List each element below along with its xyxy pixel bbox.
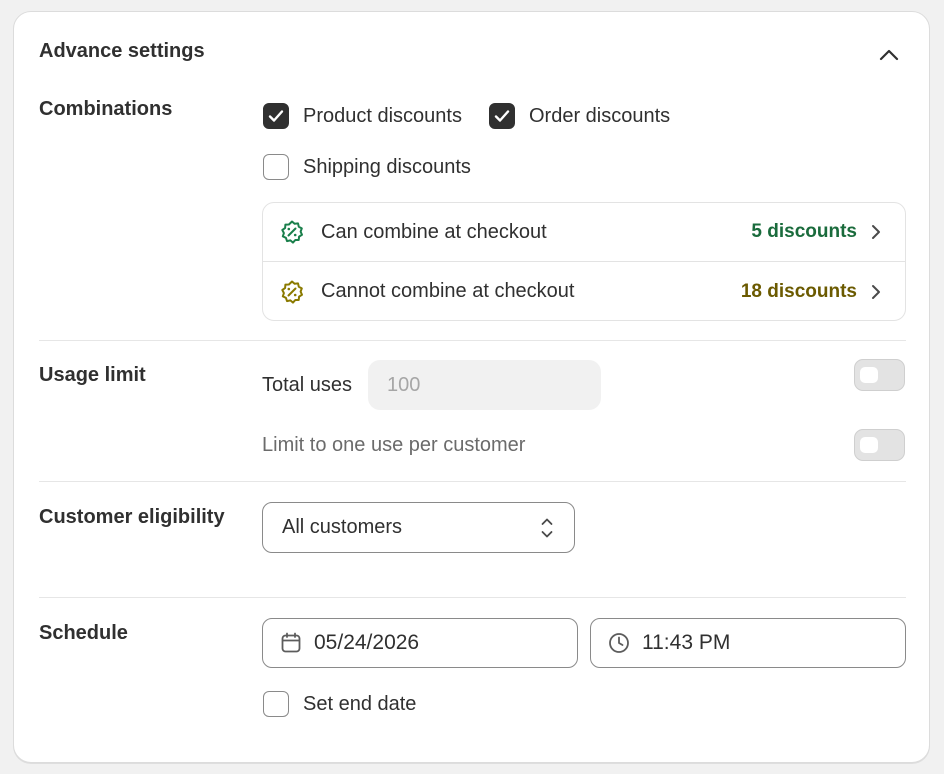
- card-title: Advance settings: [39, 40, 205, 62]
- usage-limit-label: Usage limit: [39, 364, 146, 386]
- clock-icon: [609, 633, 629, 653]
- set-end-date-checkbox[interactable]: [263, 691, 289, 717]
- can-combine-row[interactable]: Can combine at checkout 5 discounts: [263, 203, 905, 262]
- divider: [39, 340, 906, 341]
- chevron-right-icon: [872, 225, 880, 239]
- schedule-label: Schedule: [39, 622, 128, 644]
- divider: [39, 481, 906, 482]
- start-date-value: 05/24/2026: [314, 631, 420, 654]
- product-discounts-checkbox[interactable]: [263, 103, 289, 129]
- start-time-value: 11:43 PM: [642, 631, 731, 654]
- customer-eligibility-select[interactable]: All customers: [262, 502, 575, 553]
- start-date-field[interactable]: 05/24/2026: [262, 618, 578, 668]
- total-uses-input[interactable]: 100: [368, 360, 601, 410]
- shipping-discounts-label: Shipping discounts: [303, 155, 471, 178]
- toggle-knob: [860, 367, 878, 383]
- customer-eligibility-value: All customers: [282, 516, 403, 538]
- start-time-field[interactable]: 11:43 PM: [590, 618, 906, 668]
- divider: [39, 597, 906, 598]
- can-combine-label: Can combine at checkout: [321, 220, 547, 243]
- combine-summary-box: Can combine at checkout 5 discounts Cann…: [262, 202, 906, 321]
- collapse-button[interactable]: [876, 42, 902, 68]
- product-discounts-label: Product discounts: [303, 104, 462, 127]
- discount-badge-icon: [281, 280, 303, 304]
- total-uses-label: Total uses: [262, 374, 353, 396]
- calendar-icon: [281, 632, 301, 653]
- select-updown-icon: [541, 518, 553, 538]
- shipping-discounts-row[interactable]: Shipping discounts: [263, 154, 471, 180]
- chevron-up-icon: [879, 49, 899, 61]
- check-icon: [494, 110, 510, 122]
- order-discounts-row[interactable]: Order discounts: [489, 103, 670, 129]
- one-per-customer-toggle[interactable]: [854, 429, 905, 461]
- set-end-date-label: Set end date: [303, 692, 417, 715]
- toggle-knob: [860, 437, 878, 453]
- order-discounts-checkbox[interactable]: [489, 103, 515, 129]
- cannot-combine-count: 18 discounts: [740, 280, 857, 302]
- set-end-date-row[interactable]: Set end date: [263, 691, 416, 717]
- customer-eligibility-label: Customer eligibility: [39, 506, 225, 528]
- cannot-combine-row[interactable]: Cannot combine at checkout 18 discounts: [263, 262, 905, 321]
- product-discounts-row[interactable]: Product discounts: [263, 103, 462, 129]
- order-discounts-label: Order discounts: [529, 104, 671, 127]
- can-combine-count: 5 discounts: [751, 221, 857, 242]
- shipping-discounts-checkbox[interactable]: [263, 154, 289, 180]
- check-icon: [268, 110, 284, 122]
- advance-settings-card: Advance settings Combinations Product di…: [13, 11, 930, 763]
- chevron-right-icon: [872, 284, 880, 299]
- one-per-customer-label: Limit to one use per customer: [262, 434, 526, 456]
- cannot-combine-label: Cannot combine at checkout: [321, 280, 575, 302]
- discount-badge-icon: [281, 220, 303, 244]
- combinations-label: Combinations: [39, 98, 173, 120]
- total-uses-toggle[interactable]: [854, 359, 905, 391]
